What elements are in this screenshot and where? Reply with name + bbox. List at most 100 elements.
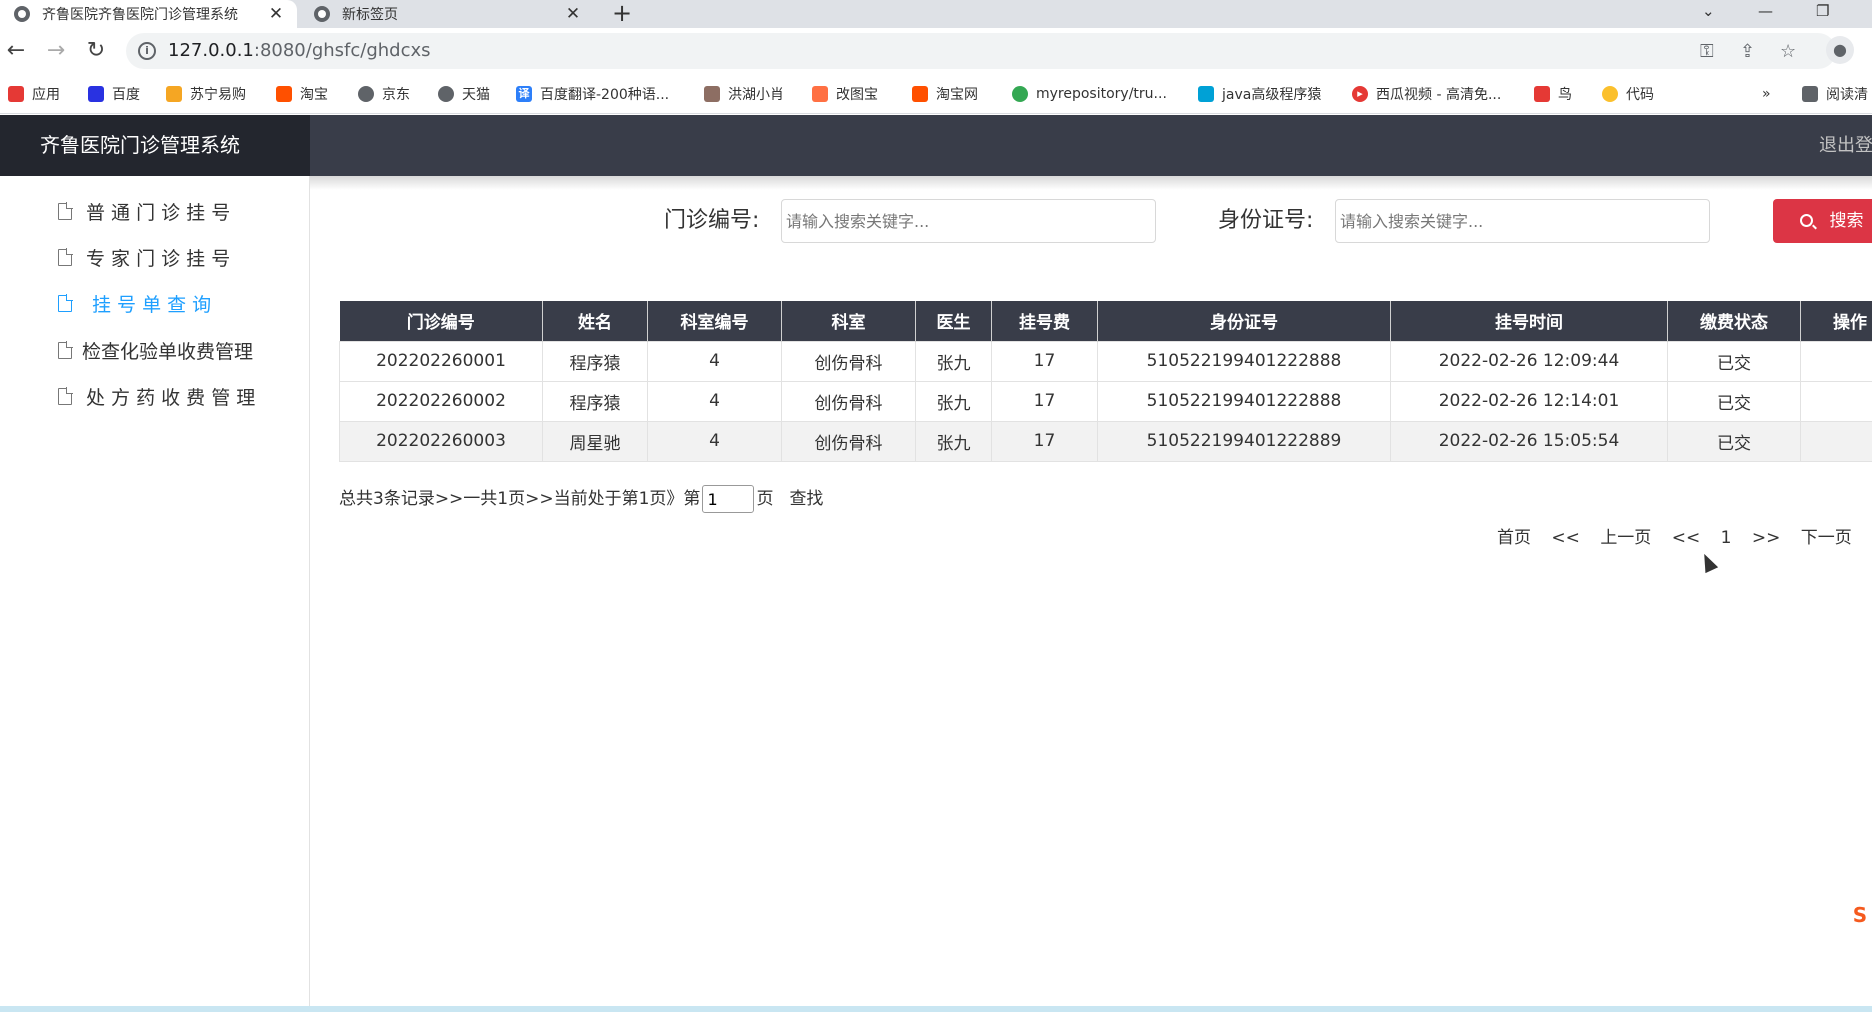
sidebar-item-prescription-billing[interactable]: 处 方 药 收 费 管 理 [58, 382, 255, 410]
cell-clinic-number: 202202260001 [339, 340, 543, 382]
tab-new-tab[interactable]: 新标签页 ✕ [300, 0, 594, 28]
apps-grid-icon [8, 86, 24, 102]
pager-arrows: << [1551, 528, 1580, 548]
star-icon[interactable]: ☆ [1780, 41, 1796, 62]
sidebar-item-lab-billing[interactable]: 检查化验单收费管理 [58, 336, 253, 364]
chevron-down-icon[interactable]: ⌄ [1702, 0, 1715, 28]
id-number-input[interactable] [1335, 199, 1710, 243]
cell-time: 2022-02-26 12:09:44 [1390, 340, 1668, 382]
table-row[interactable]: 202202260003 周星驰 4 创伤骨科 张九 17 5105221994… [339, 420, 1872, 462]
cell-id-number: 510522199401222889 [1097, 420, 1391, 462]
cell-dept: 创伤骨科 [781, 380, 916, 422]
sidebar-item-label: 检查化验单收费管理 [82, 340, 254, 363]
clinic-number-input[interactable] [781, 199, 1156, 243]
app-brand[interactable]: 齐鲁医院门诊管理系统 [0, 115, 310, 176]
info-icon[interactable]: i [138, 42, 156, 60]
table-row[interactable]: 202202260001 程序猿 4 创伤骨科 张九 17 5105221994… [339, 340, 1872, 382]
bookmark-item[interactable]: 淘宝网 [912, 84, 978, 104]
cell-id-number: 510522199401222888 [1097, 380, 1391, 422]
bookmark-item[interactable]: 鸟 [1534, 84, 1572, 104]
bookmark-item[interactable]: 淘宝 [276, 84, 328, 104]
sidebar-item-registration-query[interactable]: 挂 号 单 查 询 [58, 289, 211, 317]
bookmark-item[interactable]: java高级程序猿 [1198, 84, 1321, 104]
next-page-link[interactable]: 下一页 [1801, 528, 1852, 548]
input-method-icon[interactable]: S [1848, 903, 1872, 927]
reading-list[interactable]: 阅读清 [1802, 84, 1868, 104]
close-icon[interactable]: ✕ [562, 4, 584, 24]
clinic-number-label: 门诊编号: [664, 208, 760, 233]
cell-fee: 17 [991, 380, 1098, 422]
column-header: 医生 [915, 301, 992, 341]
close-icon[interactable]: ✕ [265, 4, 287, 24]
cell-dept: 创伤骨科 [781, 420, 916, 462]
cell-id-number: 510522199401222888 [1097, 340, 1391, 382]
current-page-link[interactable]: 1 [1721, 528, 1732, 548]
chrome-icon [1012, 86, 1028, 102]
bookmark-item[interactable]: 代码 [1602, 84, 1654, 104]
restore-icon[interactable]: ❐ [1816, 0, 1829, 28]
table-row[interactable]: 202202260002 程序猿 4 创伤骨科 张九 17 5105221994… [339, 380, 1872, 422]
sidebar-item-label: 挂 号 单 查 询 [92, 293, 212, 316]
bookmark-item[interactable]: 天猫 [438, 84, 490, 104]
bookmark-item[interactable]: myrepository/tru... [1012, 84, 1167, 104]
sidebar-item-expert-registration[interactable]: 专 家 门 诊 挂 号 [58, 243, 230, 271]
first-page-link[interactable]: 首页 [1497, 528, 1531, 548]
share-icon[interactable]: ⇪ [1740, 41, 1755, 62]
prev-page-link[interactable]: 上一页 [1600, 528, 1651, 548]
pager-summary: 总共3条记录>>一共1页>>当前处于第1页》第 页 查找 [339, 484, 823, 514]
page-suffix: 页 [756, 489, 774, 509]
search-button[interactable]: 搜索 [1773, 199, 1872, 243]
bookmark-item[interactable]: 苏宁易购 [166, 84, 246, 104]
file-icon [58, 247, 73, 266]
globe-icon [438, 86, 454, 102]
translate-icon: 译 [516, 86, 532, 102]
logout-link[interactable]: 退出登 [1819, 115, 1872, 176]
cell-actions[interactable] [1800, 340, 1872, 382]
tab-hospital-system[interactable]: 齐鲁医院齐鲁医院门诊管理系统 ✕ [0, 0, 297, 28]
reload-icon[interactable]: ↻ [82, 37, 110, 65]
profile-avatar-icon[interactable]: ● [1826, 36, 1854, 64]
bookmark-item[interactable]: 京东 [358, 84, 410, 104]
bookmark-item[interactable]: 百度 [88, 84, 140, 104]
cell-name: 程序猿 [542, 340, 648, 382]
cell-clinic-number: 202202260003 [339, 420, 543, 462]
file-icon [58, 340, 73, 359]
address-bar[interactable]: i 127.0.0.1:8080/ghsfc/ghdcxs ⚿ ⇪ ☆ [126, 33, 1836, 69]
cell-time: 2022-02-26 15:05:54 [1390, 420, 1668, 462]
find-page-link[interactable]: 查找 [789, 484, 823, 514]
bookmark-item[interactable]: 译百度翻译-200种语... [516, 84, 669, 104]
registration-table: 门诊编号 姓名 科室编号 科室 医生 挂号费 身份证号 挂号时间 缴费状态 操作… [339, 301, 1872, 462]
minimize-icon[interactable]: — [1758, 0, 1773, 28]
forward-arrow-icon[interactable]: → [42, 37, 70, 65]
bookmark-item[interactable]: 洪湖小肖 [704, 84, 784, 104]
cell-actions[interactable] [1800, 380, 1872, 422]
baidu-paw-icon [88, 86, 104, 102]
globe-icon [14, 6, 30, 22]
bookmark-item[interactable]: 应用 [8, 84, 60, 104]
cell-dept-number: 4 [647, 340, 782, 382]
browser-tab-bar: 齐鲁医院齐鲁医院门诊管理系统 ✕ 新标签页 ✕ + ⌄ — ❐ [0, 0, 1872, 28]
new-tab-button[interactable]: + [612, 0, 632, 28]
page-number-input[interactable] [702, 485, 755, 513]
cell-clinic-number: 202202260002 [339, 380, 543, 422]
file-icon [58, 293, 73, 312]
column-header: 科室编号 [647, 301, 782, 341]
sidebar-item-label: 专 家 门 诊 挂 号 [86, 247, 231, 270]
bookmark-item[interactable]: ▸ 西瓜视频 - 高清免... [1352, 84, 1501, 104]
sidebar: 普 通 门 诊 挂 号 专 家 门 诊 挂 号 挂 号 单 查 询 检查化验单收… [0, 176, 310, 1012]
bookmark-item[interactable]: 改图宝 [812, 84, 878, 104]
url-text[interactable]: 127.0.0.1:8080/ghsfc/ghdcxs [168, 33, 431, 69]
cell-actions[interactable] [1800, 420, 1872, 462]
globe-icon [358, 86, 374, 102]
cell-dept: 创伤骨科 [781, 340, 916, 382]
cell-time: 2022-02-26 12:14:01 [1390, 380, 1668, 422]
bilibili-icon [1198, 86, 1214, 102]
cell-dept-number: 4 [647, 420, 782, 462]
more-bookmarks-icon[interactable]: » [1762, 84, 1771, 104]
key-icon[interactable]: ⚿ [1700, 41, 1714, 62]
cell-doctor: 张九 [915, 420, 992, 462]
sidebar-item-general-registration[interactable]: 普 通 门 诊 挂 号 [58, 197, 230, 225]
back-arrow-icon[interactable]: ← [2, 37, 30, 65]
image-editor-icon [812, 86, 828, 102]
table-header-row: 门诊编号 姓名 科室编号 科室 医生 挂号费 身份证号 挂号时间 缴费状态 操作 [339, 301, 1872, 341]
